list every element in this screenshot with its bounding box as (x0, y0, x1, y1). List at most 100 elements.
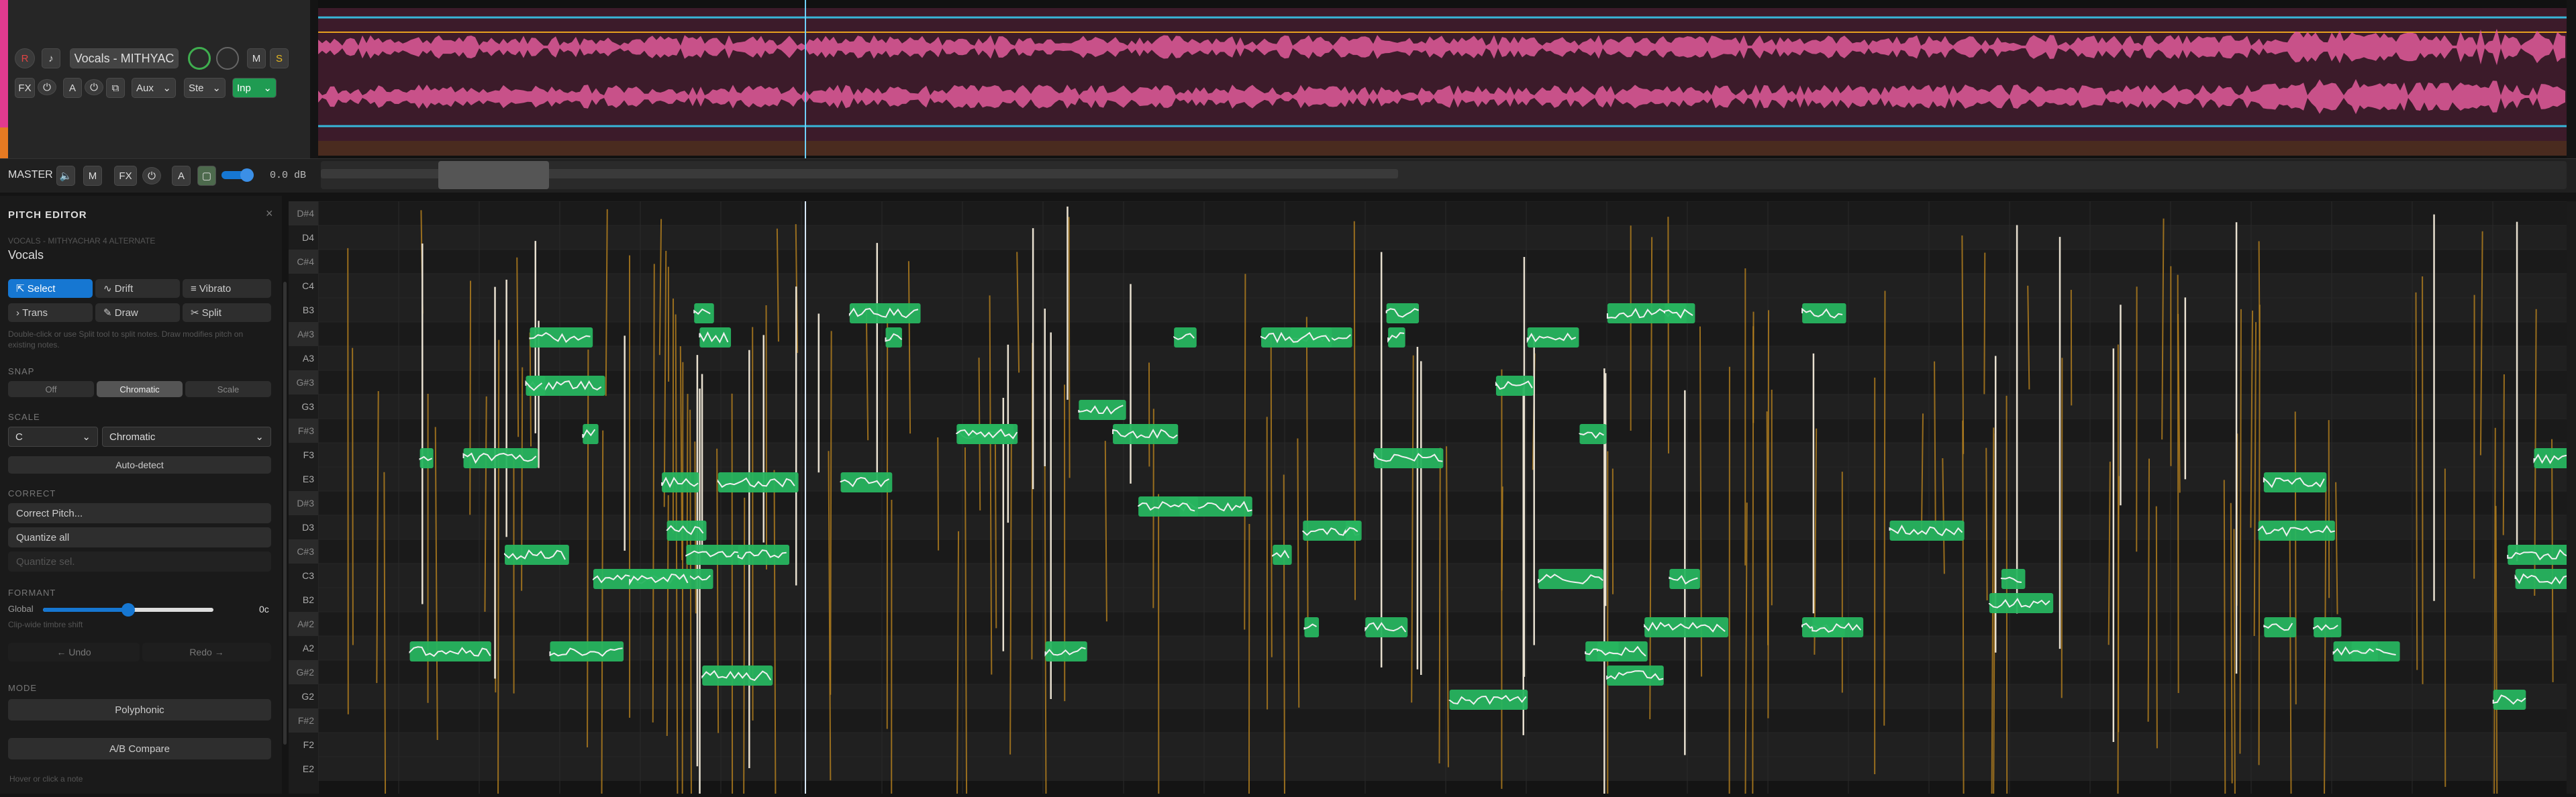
raw-pitch-line (2148, 459, 2149, 722)
pitch-note (550, 641, 624, 661)
pitch-row (318, 419, 2567, 443)
raw-pitch-line (1439, 448, 1440, 763)
chevron-down-icon: ⌄ (263, 82, 272, 94)
monitor-icon[interactable]: ♪ (42, 48, 60, 68)
playhead-grid[interactable] (805, 201, 806, 794)
track-header: R ♪ Vocals - MITHYAC M S FX ⏻ A ⏻ ⧉ Aux⌄… (0, 0, 310, 158)
tool-hint: Double-click or use Split tool to split … (8, 329, 271, 350)
pitch-grid[interactable] (318, 201, 2567, 794)
piano-key-b3: B3 (289, 298, 318, 322)
piano-key-fs3: F#3 (289, 419, 318, 443)
track-color-strip (0, 0, 8, 158)
tool-trans-button[interactable]: › Trans (8, 303, 93, 322)
redo-button[interactable]: Redo → (142, 643, 271, 661)
close-icon[interactable]: × (266, 207, 273, 221)
ab-compare-button[interactable]: A/B Compare (8, 738, 271, 759)
master-volume-thumb[interactable] (240, 168, 254, 182)
tool-draw-button[interactable]: ✎ Draw (95, 303, 180, 322)
pitch-row (318, 684, 2567, 708)
panel-scrollbar[interactable] (283, 282, 287, 745)
overview-viewport-handle[interactable] (438, 161, 549, 189)
overview-scrollbar[interactable] (321, 161, 2567, 189)
tool-drift-label: Drift (115, 283, 134, 295)
quantize-selection-button[interactable]: Quantize sel. (8, 551, 271, 572)
tool-vibrato-label: Vibrato (199, 283, 231, 295)
piano-key-f2: F2 (289, 733, 318, 757)
tool-vibrato-button[interactable]: ≡ Vibrato (183, 279, 271, 298)
raw-pitch-line (352, 348, 353, 645)
track-name: Vocals (8, 248, 44, 262)
pitch-note (1113, 424, 1178, 444)
pitch-row (318, 588, 2567, 612)
pitch-row (318, 201, 2567, 225)
pitch-note (1261, 327, 1332, 348)
pitch-grid-canvas[interactable] (318, 201, 2567, 794)
snap-chromatic-button[interactable]: Chromatic (97, 381, 183, 397)
fx-button[interactable]: FX (15, 78, 35, 98)
stereo-select[interactable]: Ste⌄ (184, 78, 226, 98)
record-arm-button[interactable]: R (15, 48, 35, 68)
volume-knob[interactable] (188, 47, 211, 70)
tool-split-button[interactable]: ✂ Split (183, 303, 271, 322)
piano-key-gs3: G#3 (289, 370, 318, 394)
raw-pitch-line (1984, 253, 1985, 394)
grid-scrollbar[interactable] (2567, 201, 2576, 794)
tool-select-button[interactable]: ⇱ Select (8, 279, 93, 298)
pitch-note (1607, 666, 1664, 686)
formant-slider[interactable] (43, 608, 213, 612)
raw-pitch-line (1502, 486, 1503, 590)
track-name-field[interactable]: Vocals - MITHYAC (70, 48, 179, 68)
automation-button[interactable]: A (63, 78, 82, 98)
auto-detect-button[interactable]: Auto-detect (8, 456, 271, 474)
playhead[interactable] (805, 0, 806, 158)
master-automation-button[interactable]: A (172, 166, 191, 186)
chevron-down-icon: ⌄ (212, 82, 221, 94)
mute-button[interactable]: M (247, 48, 266, 68)
solo-button[interactable]: S (270, 48, 289, 68)
correct-pitch-button[interactable]: Correct Pitch... (8, 503, 271, 523)
piano-key-cs3: C#3 (289, 539, 318, 564)
copy-icon[interactable]: ⧉ (106, 78, 125, 98)
pan-knob[interactable] (216, 47, 239, 70)
input-select[interactable]: Inp⌄ (232, 78, 277, 98)
pitch-row (318, 322, 2567, 346)
raw-pitch-line (498, 340, 499, 794)
formant-slider-thumb[interactable] (121, 603, 135, 617)
piano-key-cs4: C#4 (289, 250, 318, 274)
pitch-note (702, 666, 773, 686)
pitch-row (318, 708, 2567, 733)
pitch-note (2264, 472, 2326, 492)
aux-select[interactable]: Aux⌄ (132, 78, 176, 98)
formant-slider-fill (43, 608, 128, 612)
quantize-all-button[interactable]: Quantize all (8, 527, 271, 547)
piano-key-gs2: G#2 (289, 660, 318, 684)
automation-power-icon[interactable]: ⏻ (85, 79, 103, 95)
pitch-note (1528, 327, 1579, 348)
scale-key-select[interactable]: C⌄ (8, 427, 98, 447)
piano-key-g3: G3 (289, 394, 318, 419)
piano-keyboard: D#4D4C#4C4B3A#3A3G#3G3F#3F3E3D#3D3C#3C3B… (289, 201, 318, 794)
formant-hint: Clip-wide timbre shift (8, 620, 83, 629)
speaker-icon[interactable]: 🔈 (56, 166, 75, 186)
piano-key-c4: C4 (289, 274, 318, 298)
master-mute-button[interactable]: M (83, 166, 102, 186)
master-fx-button[interactable]: FX (114, 166, 137, 186)
snap-off-button[interactable]: Off (8, 381, 94, 397)
pitch-row (318, 733, 2567, 757)
snap-scale-button[interactable]: Scale (185, 381, 271, 397)
master-power-icon[interactable]: ⏻ (142, 167, 161, 184)
pitch-row (318, 660, 2567, 684)
raw-pitch-line (1244, 274, 1245, 629)
undo-button[interactable]: ← Undo (8, 643, 140, 661)
audio-clip[interactable] (318, 8, 2567, 156)
master-volume-slider[interactable] (221, 171, 254, 179)
scale-type-select[interactable]: Chromatic⌄ (102, 427, 271, 447)
power-icon[interactable]: ⏻ (38, 79, 56, 95)
raw-pitch-line (2295, 411, 2296, 704)
master-link-icon[interactable]: ▢ (197, 166, 216, 186)
tool-drift-button[interactable]: ∿ Drift (95, 279, 180, 298)
raw-pitch-line (2062, 358, 2063, 698)
mode-polyphonic-button[interactable]: Polyphonic (8, 699, 271, 721)
snap-title: SNAP (8, 366, 34, 376)
formant-title: FORMANT (8, 588, 56, 598)
